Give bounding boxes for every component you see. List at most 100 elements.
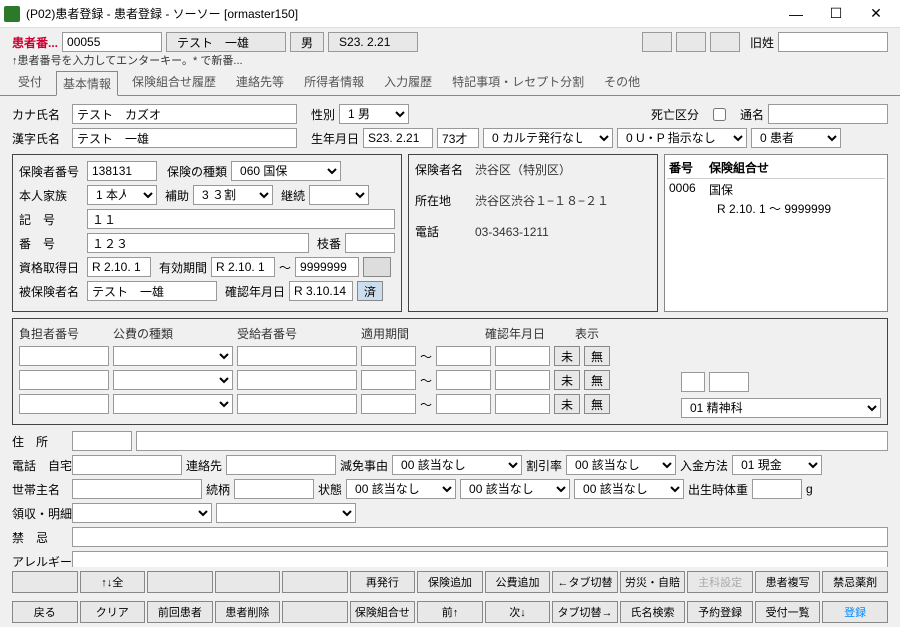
- mi-1[interactable]: 未: [554, 346, 580, 366]
- tab-shotoku[interactable]: 所得者情報: [298, 70, 370, 95]
- oldname-input[interactable]: [778, 32, 888, 52]
- futansha-3[interactable]: [19, 394, 109, 414]
- ryoshu1-select[interactable]: [72, 503, 212, 523]
- header-slot-3[interactable]: [710, 32, 740, 52]
- btn-shimei[interactable]: 氏名検索: [620, 601, 686, 623]
- yuukou-button[interactable]: [363, 257, 391, 277]
- mi-3[interactable]: 未: [554, 394, 580, 414]
- btn-kinkiyaku[interactable]: 禁忌薬剤: [822, 571, 888, 593]
- hojo-select[interactable]: 3 ３割: [193, 185, 273, 205]
- birth-input[interactable]: [363, 128, 433, 148]
- btn-updown[interactable]: ↑↓全: [80, 571, 146, 593]
- tekiyou-to-3[interactable]: [436, 394, 491, 414]
- btn-tsugi[interactable]: 次↓: [485, 601, 551, 623]
- zip-input[interactable]: [72, 431, 132, 451]
- seibetsu-select[interactable]: 1 男: [339, 104, 409, 124]
- honnin-select[interactable]: 1 本人: [87, 185, 157, 205]
- btn-uketsuke-ichiran[interactable]: 受付一覧: [755, 601, 821, 623]
- btn-tab-left[interactable]: ←タブ切替: [552, 571, 618, 593]
- wariai-select[interactable]: 00 該当なし: [566, 455, 676, 475]
- address-input[interactable]: [136, 431, 888, 451]
- tab-uketsuke[interactable]: 受付: [12, 70, 48, 95]
- kakunin-3[interactable]: [495, 394, 550, 414]
- shikaku-input[interactable]: [87, 257, 151, 277]
- btn-rousai[interactable]: 労災・自賠: [620, 571, 686, 593]
- nyukin-select[interactable]: 01 現金: [732, 455, 822, 475]
- mu-2[interactable]: 無: [584, 370, 610, 390]
- sumi-button[interactable]: 済: [357, 281, 383, 301]
- hokensha-no-input[interactable]: [87, 161, 157, 181]
- tsuumei-input[interactable]: [768, 104, 888, 124]
- yuukou-to-input[interactable]: [295, 257, 359, 277]
- btn-hoken-tsuika[interactable]: 保険追加: [417, 571, 483, 593]
- zokugara-input[interactable]: [234, 479, 314, 499]
- kakunin-2[interactable]: [495, 370, 550, 390]
- karte-select[interactable]: 0 カルテ発行なし: [483, 128, 613, 148]
- jukyusha-2[interactable]: [237, 370, 357, 390]
- kakunin-1[interactable]: [495, 346, 550, 366]
- tekiyou-from-3[interactable]: [361, 394, 416, 414]
- genmen-select[interactable]: 00 該当なし: [392, 455, 522, 475]
- tab-tokki[interactable]: 特記事項・レセプト分割: [446, 70, 590, 95]
- btn-sakujo[interactable]: 患者削除: [215, 601, 281, 623]
- tab-kihon[interactable]: 基本情報: [56, 71, 118, 96]
- kumiawase-list[interactable]: 番号保険組合せ 0006国保 R 2.10. 1 〜 9999999: [664, 154, 888, 312]
- ka-select[interactable]: 01 精神科: [681, 398, 881, 418]
- bangou-input[interactable]: [87, 233, 309, 253]
- taiju-input[interactable]: [752, 479, 802, 499]
- btn-yoyaku[interactable]: 予約登録: [687, 601, 753, 623]
- tab-sonota[interactable]: その他: [598, 70, 646, 95]
- jukyusha-1[interactable]: [237, 346, 357, 366]
- arerugi-input[interactable]: [72, 551, 888, 567]
- tekiyou-to-1[interactable]: [436, 346, 491, 366]
- btn-saihakkou[interactable]: 再発行: [350, 571, 416, 593]
- btn-fukusha[interactable]: 患者複写: [755, 571, 821, 593]
- tab-nyuryoku[interactable]: 入力履歴: [378, 70, 438, 95]
- kouhi-1[interactable]: [113, 346, 233, 366]
- header-slot-2[interactable]: [676, 32, 706, 52]
- mu-1[interactable]: 無: [584, 346, 610, 366]
- tab-hoken-rireki[interactable]: 保険組合せ履歴: [126, 70, 222, 95]
- btn-tab-right[interactable]: タブ切替→: [552, 601, 618, 623]
- futansha-1[interactable]: [19, 346, 109, 366]
- tekiyou-from-1[interactable]: [361, 346, 416, 366]
- mu-3[interactable]: 無: [584, 394, 610, 414]
- hihokensha-input[interactable]: [87, 281, 217, 301]
- jukyusha-3[interactable]: [237, 394, 357, 414]
- kakunin-input[interactable]: [289, 281, 353, 301]
- kumiawase-no-input[interactable]: [681, 372, 705, 392]
- maximize-button[interactable]: ☐: [816, 1, 856, 27]
- btn-kouhi-tsuika[interactable]: 公費追加: [485, 571, 551, 593]
- futansha-2[interactable]: [19, 370, 109, 390]
- kanja-select[interactable]: 0 患者: [751, 128, 841, 148]
- btn-mae[interactable]: 前↑: [417, 601, 483, 623]
- btn-zenkai[interactable]: 前回患者: [147, 601, 213, 623]
- upshiji-select[interactable]: 0 U・P 指示なし: [617, 128, 747, 148]
- kumiawase-sub-input[interactable]: [709, 372, 749, 392]
- minimize-button[interactable]: —: [776, 1, 816, 27]
- yuukou-from-input[interactable]: [211, 257, 275, 277]
- kouhi-2[interactable]: [113, 370, 233, 390]
- kouhi-3[interactable]: [113, 394, 233, 414]
- setai-input[interactable]: [72, 479, 202, 499]
- kanji-input[interactable]: [72, 128, 297, 148]
- tekiyou-from-2[interactable]: [361, 370, 416, 390]
- kinki-input[interactable]: [72, 527, 888, 547]
- edaban-input[interactable]: [345, 233, 395, 253]
- tel-home-input[interactable]: [72, 455, 182, 475]
- jotai1-select[interactable]: 00 該当なし: [346, 479, 456, 499]
- mi-2[interactable]: 未: [554, 370, 580, 390]
- kigou-input[interactable]: [87, 209, 395, 229]
- close-button[interactable]: ✕: [856, 1, 896, 27]
- keizoku-select[interactable]: [309, 185, 369, 205]
- tel-contact-input[interactable]: [226, 455, 336, 475]
- jotai3-select[interactable]: 00 該当なし: [574, 479, 684, 499]
- jotai2-select[interactable]: 00 該当なし: [460, 479, 570, 499]
- tab-renraku[interactable]: 連絡先等: [230, 70, 290, 95]
- btn-touroku[interactable]: 登録: [822, 601, 888, 623]
- shibo-checkbox[interactable]: [713, 108, 726, 121]
- hoken-type-select[interactable]: 060 国保: [231, 161, 341, 181]
- btn-clear[interactable]: クリア: [80, 601, 146, 623]
- tekiyou-to-2[interactable]: [436, 370, 491, 390]
- patient-no-input[interactable]: [62, 32, 162, 52]
